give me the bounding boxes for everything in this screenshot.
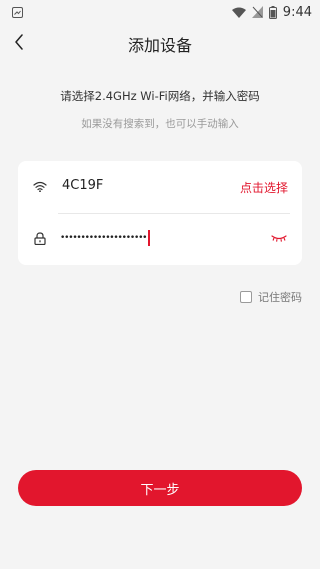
status-time: 9:44 (282, 4, 312, 20)
notification-icon (12, 6, 23, 18)
remember-label: 记住密码 (258, 291, 302, 304)
wifi-ssid: 4C19F (62, 178, 104, 193)
page-title: 添加设备 (127, 36, 192, 55)
battery-icon (268, 5, 277, 19)
next-button[interactable]: 下一步 (18, 470, 302, 506)
wifi-row[interactable]: 4C19F 点击选择 (18, 161, 302, 213)
wifi-form-card: 4C19F 点击选择 ••••••••••••••••••••• (18, 161, 302, 265)
remember-password[interactable]: 记住密码 (240, 289, 302, 305)
wifi-icon (32, 178, 48, 194)
password-value: ••••••••••••••••••••• (60, 233, 147, 243)
remember-checkbox[interactable] (240, 291, 252, 303)
instruction-text: 请选择2.4GHz Wi-Fi网络，并输入密码 (60, 89, 260, 103)
sub-instruction-text: 如果没有搜索到，也可以手动输入 (81, 118, 239, 130)
password-input[interactable]: ••••••••••••••••••••• (60, 225, 260, 251)
select-wifi-link[interactable]: 点击选择 (240, 179, 288, 196)
status-right: 9:44 (231, 4, 312, 20)
password-row: ••••••••••••••••••••• (18, 213, 302, 265)
text-caret (148, 230, 151, 246)
wifi-signal-icon (231, 7, 246, 18)
status-left (12, 6, 23, 18)
status-bar: 9:44 (0, 0, 320, 24)
header: 添加设备 (0, 24, 320, 60)
eye-closed-icon[interactable] (270, 232, 288, 244)
no-sim-icon (251, 6, 263, 18)
lock-icon (32, 230, 48, 246)
